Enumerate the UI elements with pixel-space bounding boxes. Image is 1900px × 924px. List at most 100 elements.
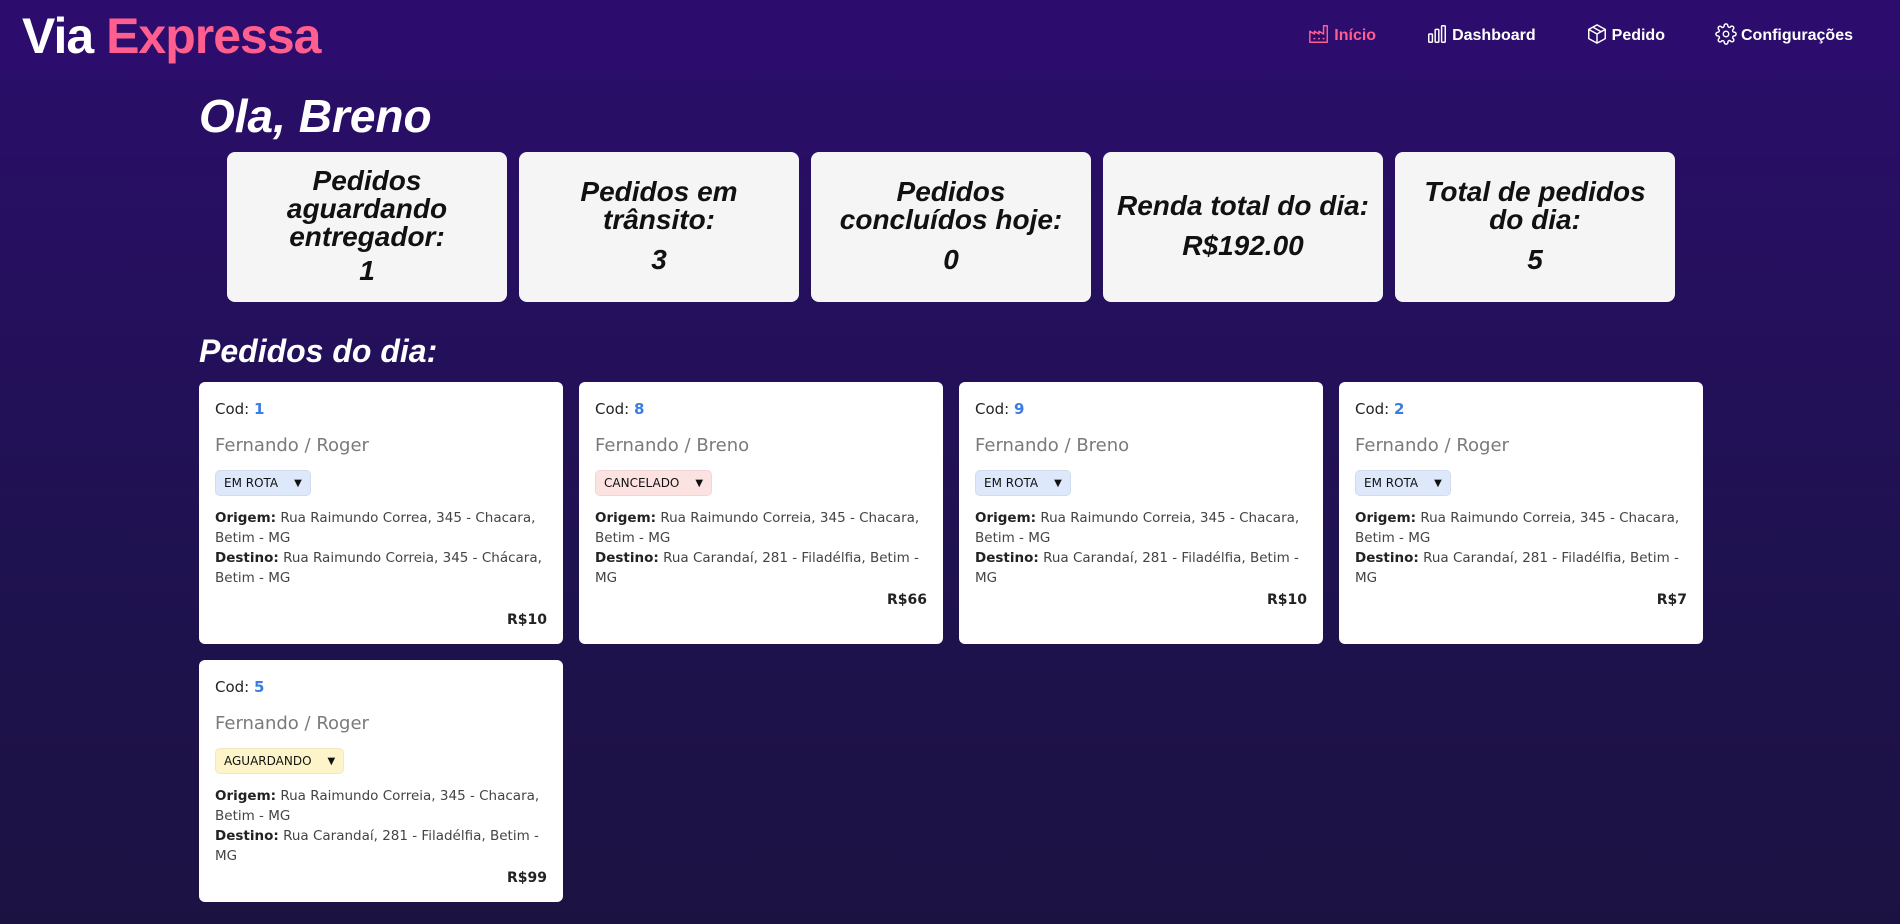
nav-item-inicio[interactable]: Início xyxy=(1308,23,1376,50)
status-value: CANCELADO xyxy=(604,476,680,490)
stat-value: 1 xyxy=(359,255,375,286)
factory-icon xyxy=(1308,23,1330,50)
order-code-number: 1 xyxy=(254,400,265,418)
order-addresses: Origem: Rua Raimundo Correia, 345 - Chac… xyxy=(1355,508,1687,588)
chevron-down-icon: ▼ xyxy=(1434,477,1442,489)
origin-line: Origem: Rua Raimundo Correa, 345 - Chaca… xyxy=(215,508,547,548)
main-nav: Início Dashboard Pedido Configurações xyxy=(1258,22,1878,50)
order-addresses: Origem: Rua Raimundo Correia, 345 - Chac… xyxy=(595,508,927,588)
orders-section-title: Pedidos do dia: xyxy=(199,333,438,369)
order-card[interactable]: Cod: 2 Fernando / Roger EM ROTA ▼ Origem… xyxy=(1339,382,1703,644)
nav-label: Início xyxy=(1334,27,1377,44)
order-code-label: Cod: xyxy=(1355,400,1390,418)
chevron-down-icon: ▼ xyxy=(1054,477,1062,489)
status-value: EM ROTA xyxy=(984,476,1039,490)
status-select[interactable]: EM ROTA ▼ xyxy=(1355,470,1451,496)
brand-part-1: Via xyxy=(22,8,94,64)
destination-line: Destino: Rua Carandaí, 281 - Filadélfia,… xyxy=(595,548,927,588)
origin-label: Origem: xyxy=(595,510,657,526)
origin-label: Origem: xyxy=(215,510,277,526)
nav-label: Configurações xyxy=(1740,27,1853,44)
nav-item-pedido[interactable]: Pedido xyxy=(1586,23,1665,50)
status-value: AGUARDANDO xyxy=(224,754,312,768)
status-select[interactable]: CANCELADO ▼ xyxy=(595,470,713,496)
stat-card-concluidos: Pedidos concluídos hoje: 0 xyxy=(811,152,1091,302)
stat-value: 3 xyxy=(651,244,667,275)
status-value: EM ROTA xyxy=(1364,476,1419,490)
main-content: Ola, Breno Pedidos aguardando entregador… xyxy=(199,72,1705,902)
origin-label: Origem: xyxy=(975,510,1037,526)
page-greeting: Ola, Breno xyxy=(199,90,432,142)
stat-card-renda: Renda total do dia: R$192.00 xyxy=(1103,152,1383,302)
origin-line: Origem: Rua Raimundo Correia, 345 - Chac… xyxy=(1355,508,1687,548)
order-names: Fernando / Breno xyxy=(595,435,750,456)
order-code: Cod: 8 xyxy=(595,400,927,418)
order-names: Fernando / Roger xyxy=(215,713,369,734)
destination-label: Destino: xyxy=(975,550,1039,566)
stat-label: Pedidos em trânsito: xyxy=(580,176,738,235)
destination-label: Destino: xyxy=(215,550,279,566)
stats-row: Pedidos aguardando entregador: 1 Pedidos… xyxy=(227,152,1705,302)
order-code: Cod: 1 xyxy=(215,400,547,418)
order-code: Cod: 2 xyxy=(1355,400,1687,418)
order-code-number: 9 xyxy=(1014,400,1025,418)
order-code-number: 5 xyxy=(254,678,265,696)
stat-value: R$192.00 xyxy=(1182,230,1304,261)
origin-label: Origem: xyxy=(215,788,277,804)
stat-card-transito: Pedidos em trânsito: 3 xyxy=(519,152,799,302)
order-code-number: 2 xyxy=(1394,400,1405,418)
chevron-down-icon: ▼ xyxy=(695,477,704,489)
destination-line: Destino: Rua Carandaí, 281 - Filadélfia,… xyxy=(215,826,547,866)
order-code-label: Cod: xyxy=(215,678,250,696)
order-code-number: 8 xyxy=(634,400,645,418)
order-code-label: Cod: xyxy=(975,400,1010,418)
brand-logo[interactable]: Via Expressa xyxy=(22,7,321,65)
order-names: Fernando / Breno xyxy=(975,435,1130,456)
origin-line: Origem: Rua Raimundo Correia, 345 - Chac… xyxy=(215,786,547,826)
nav-item-dashboard[interactable]: Dashboard xyxy=(1426,23,1536,50)
destination-line: Destino: Rua Carandaí, 281 - Filadélfia,… xyxy=(975,548,1307,588)
stat-label: Pedidos concluídos hoje: xyxy=(839,176,1063,235)
order-card[interactable]: Cod: 1 Fernando / Roger EM ROTA ▼ Origem… xyxy=(199,382,563,644)
order-code-label: Cod: xyxy=(215,400,250,418)
order-price: R$7 xyxy=(1656,592,1687,608)
order-card[interactable]: Cod: 5 Fernando / Roger AGUARDANDO ▼ Ori… xyxy=(199,660,563,902)
stat-card-total: Total de pedidos do dia: 5 xyxy=(1395,152,1675,302)
order-names: Fernando / Roger xyxy=(1355,435,1509,456)
order-price: R$10 xyxy=(506,612,547,628)
top-bar: Via Expressa Início Dashboard Pedido Con… xyxy=(0,0,1900,72)
origin-line: Origem: Rua Raimundo Correia, 345 - Chac… xyxy=(975,508,1307,548)
status-select[interactable]: EM ROTA ▼ xyxy=(215,470,311,496)
chevron-down-icon: ▼ xyxy=(327,755,336,767)
order-card[interactable]: Cod: 8 Fernando / Breno CANCELADO ▼ Orig… xyxy=(579,382,943,644)
box-icon xyxy=(1586,23,1608,50)
order-card[interactable]: Cod: 9 Fernando / Breno EM ROTA ▼ Origem… xyxy=(959,382,1323,644)
status-select[interactable]: AGUARDANDO ▼ xyxy=(215,748,345,774)
destination-label: Destino: xyxy=(1355,550,1419,566)
orders-grid: Cod: 1 Fernando / Roger EM ROTA ▼ Origem… xyxy=(199,382,1705,902)
stat-value: 5 xyxy=(1527,244,1543,275)
order-price: R$10 xyxy=(1266,592,1307,608)
brand-part-2: Expressa xyxy=(106,8,321,64)
destination-line: Destino: Rua Carandaí, 281 - Filadélfia,… xyxy=(1355,548,1687,588)
status-select[interactable]: EM ROTA ▼ xyxy=(975,470,1071,496)
order-price: R$66 xyxy=(886,592,927,608)
bar-chart-icon xyxy=(1426,23,1448,50)
order-addresses: Origem: Rua Raimundo Correia, 345 - Chac… xyxy=(215,786,547,866)
gear-icon xyxy=(1715,22,1737,50)
destination-label: Destino: xyxy=(595,550,659,566)
destination-line: Destino: Rua Raimundo Correia, 345 - Chá… xyxy=(215,548,547,588)
order-addresses: Origem: Rua Raimundo Correia, 345 - Chac… xyxy=(975,508,1307,588)
origin-label: Origem: xyxy=(1355,510,1417,526)
nav-item-configuracoes[interactable]: Configurações xyxy=(1715,22,1853,50)
order-code: Cod: 5 xyxy=(215,678,547,696)
stat-label: Renda total do dia: xyxy=(1117,190,1369,221)
status-value: EM ROTA xyxy=(224,476,279,490)
order-addresses: Origem: Rua Raimundo Correa, 345 - Chaca… xyxy=(215,508,547,588)
nav-label: Dashboard xyxy=(1452,27,1536,44)
stat-label: Total de pedidos do dia: xyxy=(1424,176,1646,235)
order-code: Cod: 9 xyxy=(975,400,1307,418)
chevron-down-icon: ▼ xyxy=(294,477,302,489)
order-code-label: Cod: xyxy=(595,400,630,418)
order-names: Fernando / Roger xyxy=(215,435,369,456)
